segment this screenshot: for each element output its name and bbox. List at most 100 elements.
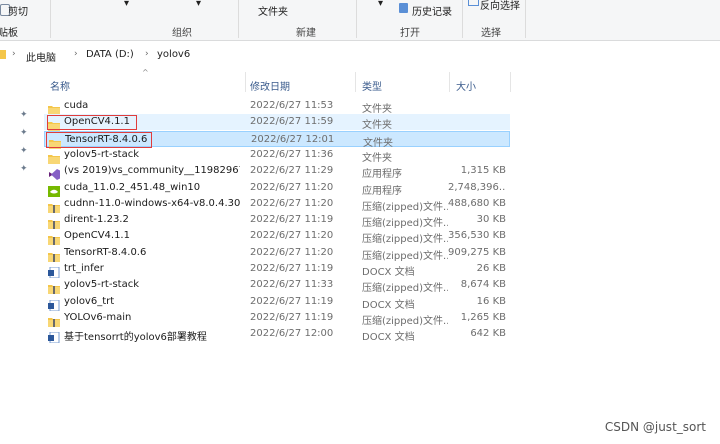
file-name: 基于tensorrt的yolov6部署教程	[64, 332, 207, 344]
file-name: YOLOv6-main	[64, 311, 132, 323]
file-date: 2022/6/27 11:19	[250, 263, 334, 274]
file-date: 2022/6/27 11:20	[250, 181, 334, 193]
column-divider[interactable]	[245, 72, 246, 92]
chevron-right-icon: ›	[74, 49, 78, 59]
file-row[interactable]: cuda_11.0.2_451.48_win10 2022/6/27 11:20 应…	[44, 180, 510, 197]
file-row[interactable]: yolov5-rt-stack 2022/6/27 11:36 文件夹	[44, 147, 510, 164]
file-row[interactable]: (vs 2019)vs_community__1198296728.... 202…	[44, 163, 510, 181]
group-organize: 组织	[172, 28, 192, 39]
column-divider[interactable]	[449, 72, 450, 92]
file-type: 文件夹	[362, 104, 392, 115]
file-name: yolov5-rt-stack	[64, 279, 140, 291]
group-select: 选择	[481, 28, 501, 39]
pin-icon[interactable]: ✦	[20, 146, 28, 156]
history-button[interactable]: 历史记录	[412, 3, 452, 18]
file-name: cuda	[64, 100, 89, 111]
file-row[interactable]: YOLOv6-main 2022/6/27 11:19 压缩(zipped)文件..…	[44, 310, 510, 327]
file-type: DOCX 文档	[362, 267, 415, 278]
file-size: 909,275 KB	[448, 246, 506, 258]
file-type: 压缩(zipped)文件...	[362, 218, 448, 230]
zip-folder-icon	[48, 198, 60, 213]
pin-icon[interactable]: ✦	[20, 164, 28, 174]
file-row[interactable]: cuda 2022/6/27 11:53 文件夹	[44, 98, 510, 115]
file-row[interactable]: dirent-1.23.2 2022/6/27 11:19 压缩(zipped)文件…	[44, 212, 510, 230]
file-row[interactable]: trt_infer 2022/6/27 11:19 DOCX 文档 26 KB	[44, 261, 510, 279]
column-divider[interactable]	[510, 72, 511, 92]
file-name: trt_infer	[64, 263, 104, 274]
pin-icon[interactable]: ✦	[20, 128, 28, 138]
file-name: dirent-1.23.2	[64, 214, 129, 226]
cut-button[interactable]: 剪切	[8, 3, 28, 18]
folder-icon	[0, 50, 6, 59]
file-size: 1,265 KB	[460, 311, 506, 323]
file-date: 2022/6/27 11:20	[250, 230, 334, 242]
folder-icon	[48, 149, 60, 164]
column-header-type[interactable]: 类型	[362, 78, 382, 93]
file-date: 2022/6/27 11:19	[250, 214, 334, 226]
file-row[interactable]: cudnn-11.0-windows-x64-v8.0.4.30 2022/6/2…	[44, 196, 510, 213]
ribbon-toolbar: 剪切 贴板 ▾ ▾ 组织 文件夹 新建 ▾ 历史记录 打开 反向选择 选择	[0, 0, 720, 41]
reverse-select-icon	[468, 0, 479, 6]
column-header-size[interactable]: 大小	[456, 78, 476, 93]
file-type: 应用程序	[362, 169, 402, 181]
file-date: 2022/6/27 11:36	[250, 148, 334, 160]
word-doc-icon	[48, 296, 60, 312]
history-icon	[399, 3, 408, 13]
file-date: 2022/6/27 11:33	[250, 279, 334, 291]
file-type: DOCX 文档	[362, 332, 415, 344]
move-to-dropdown[interactable]: ▾	[124, 0, 129, 9]
file-name: (vs 2019)vs_community__1198296728....	[64, 165, 240, 177]
file-date: 2022/6/27 11:19	[250, 311, 334, 323]
file-name: OpenCV4.1.1	[64, 230, 130, 242]
file-size: 642 KB	[470, 328, 506, 340]
zip-folder-icon	[48, 214, 60, 230]
file-row[interactable]: yolov6_trt 2022/6/27 11:19 DOCX 文档 16 KB	[44, 294, 510, 312]
file-date: 2022/6/27 11:29	[250, 165, 334, 177]
file-row[interactable]: 基于tensorrt的yolov6部署教程 2022/6/27 12:00 DOCX…	[44, 326, 510, 344]
file-date: 2022/6/27 12:00	[250, 328, 334, 340]
file-size: 356,530 KB	[448, 230, 506, 242]
column-header-name[interactable]: 名称	[50, 78, 70, 93]
file-type: 压缩(zipped)文件...	[362, 250, 448, 262]
reverse-select-button[interactable]: 反向选择	[480, 0, 520, 12]
breadcrumb-drive[interactable]: DATA (D:)	[86, 49, 134, 60]
copy-to-dropdown[interactable]: ▾	[196, 0, 201, 9]
file-row[interactable]: TensorRT-8.4.0.6 2022/6/27 11:20 压缩(zipped…	[44, 245, 510, 262]
file-date: 2022/6/27 11:20	[250, 246, 334, 258]
file-date: 2022/6/27 11:20	[250, 197, 334, 209]
file-row[interactable]: yolov5-rt-stack 2022/6/27 11:33 压缩(zipped)…	[44, 277, 510, 295]
pin-icon[interactable]: ✦	[20, 110, 28, 120]
file-name: TensorRT-8.4.0.6	[64, 246, 147, 258]
column-header-date[interactable]: 修改日期	[250, 78, 290, 93]
zip-folder-icon	[48, 230, 60, 246]
highlight-box	[47, 115, 137, 130]
word-doc-icon	[48, 328, 60, 344]
new-folder-button[interactable]: 文件夹	[258, 3, 288, 18]
address-bar[interactable]: › 此电脑 › DATA (D:) › yolov6	[0, 44, 720, 66]
ribbon-divider	[238, 0, 239, 38]
breadcrumb-this-pc[interactable]: 此电脑	[26, 49, 56, 64]
word-doc-icon	[48, 263, 60, 279]
column-divider[interactable]	[355, 72, 356, 92]
file-size: 488,680 KB	[448, 197, 506, 209]
nvidia-icon	[48, 182, 60, 197]
file-row[interactable]: OpenCV4.1.1 2022/6/27 11:20 压缩(zipped)文件..…	[44, 228, 510, 246]
ribbon-divider	[462, 0, 463, 38]
file-type: 应用程序	[362, 185, 402, 197]
zip-folder-icon	[48, 247, 60, 262]
file-type: 压缩(zipped)文件...	[362, 283, 448, 295]
file-size: 1,315 KB	[460, 165, 506, 177]
breadcrumb-current-folder[interactable]: yolov6	[157, 49, 190, 60]
zip-folder-icon	[48, 312, 60, 327]
file-size: 16 KB	[476, 295, 506, 307]
file-date: 2022/6/27 11:59	[250, 116, 334, 128]
file-name: cuda_11.0.2_451.48_win10	[64, 181, 201, 193]
file-name: cudnn-11.0-windows-x64-v8.0.4.30	[64, 197, 240, 209]
file-date: 2022/6/27 12:01	[251, 133, 335, 145]
chevron-right-icon: ›	[12, 49, 16, 59]
highlight-box	[46, 132, 152, 148]
properties-dropdown[interactable]: ▾	[378, 0, 383, 9]
group-open: 打开	[400, 28, 420, 39]
file-date: 2022/6/27 11:53	[250, 100, 334, 111]
file-type: 压缩(zipped)文件...	[362, 315, 448, 327]
